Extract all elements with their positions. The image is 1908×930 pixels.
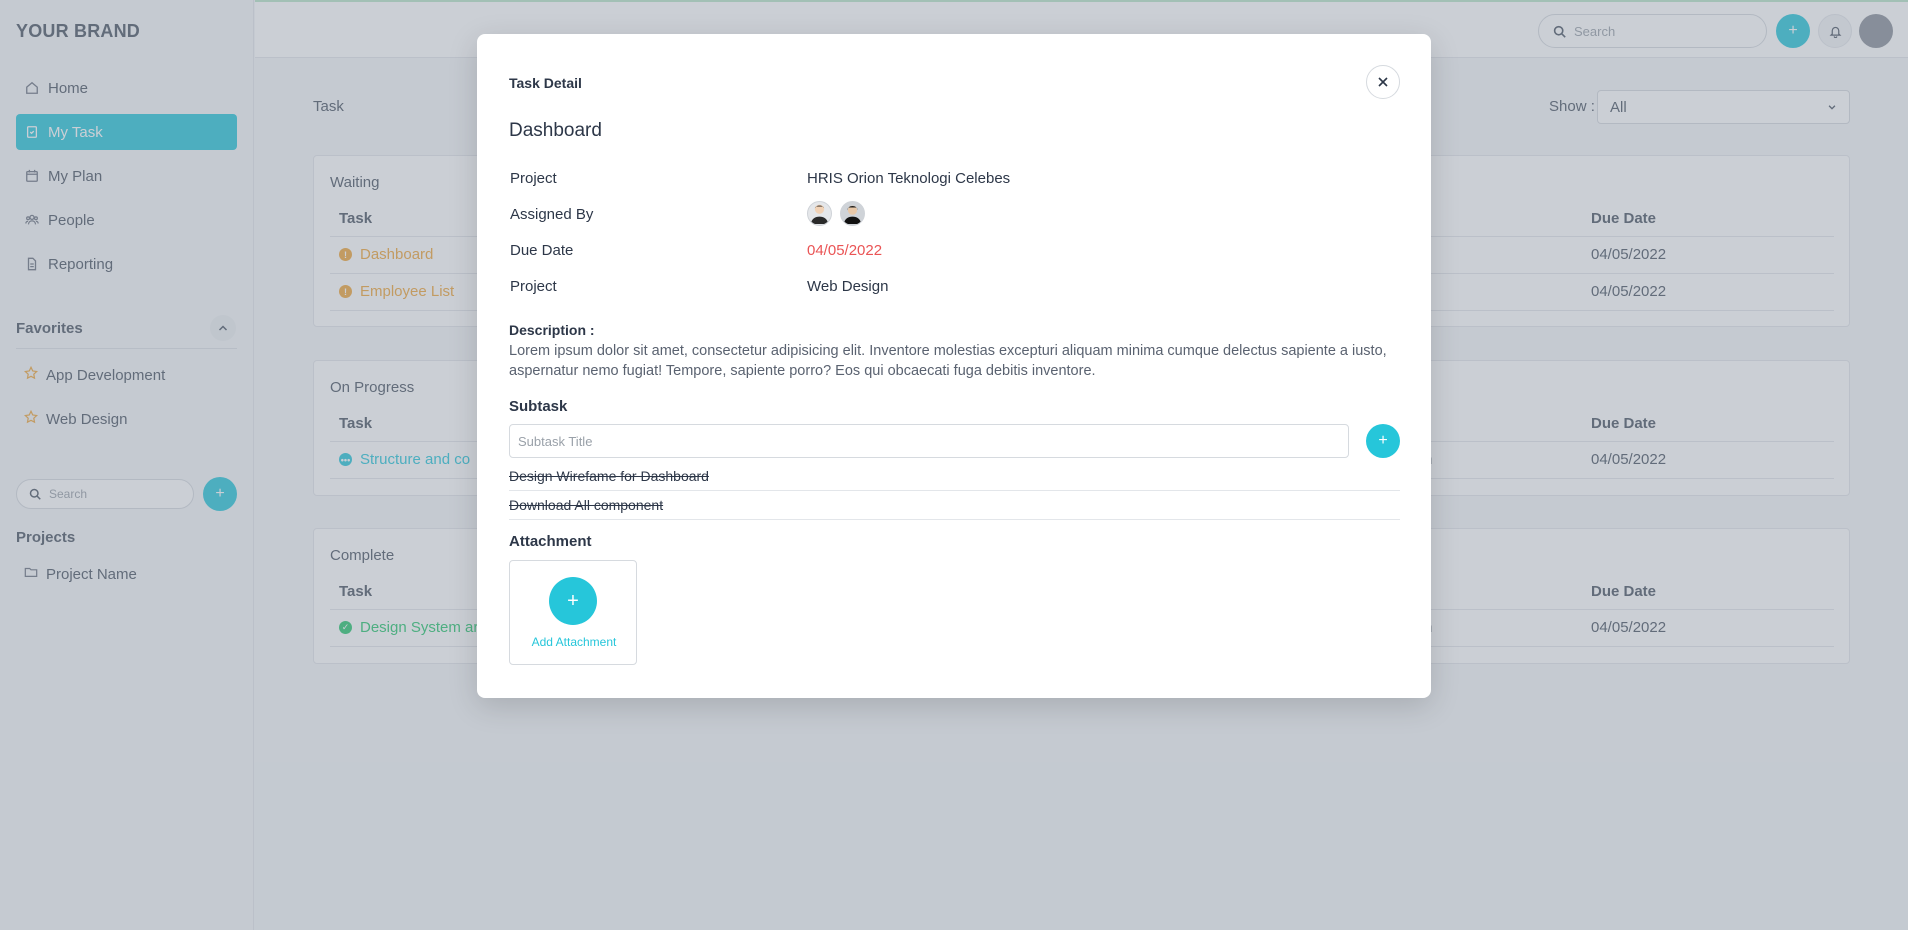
subtask-label: Subtask [509, 398, 568, 415]
subtask-title-input[interactable] [509, 424, 1349, 458]
modal-header: Task Detail [509, 75, 582, 91]
meta-value-due-date: 04/05/2022 [807, 242, 883, 259]
meta-value-project: Web Design [807, 278, 889, 295]
meta-label-project: Project [510, 170, 557, 187]
attachment-label: Attachment [509, 533, 592, 550]
add-attachment-card[interactable]: + Add Attachment [509, 560, 637, 665]
description-text: Lorem ipsum dolor sit amet, consectetur … [509, 343, 1387, 379]
add-attachment-button[interactable]: + [549, 577, 597, 625]
meta-label-due-date: Due Date [510, 242, 574, 259]
add-subtask-button[interactable]: + [1366, 424, 1400, 458]
plus-icon: + [1378, 432, 1388, 449]
subtask-item[interactable]: Design Wirefame for Dashboard [509, 462, 1400, 491]
plus-icon: + [567, 589, 579, 612]
meta-label-project: Project [510, 278, 557, 295]
meta-value-project: HRIS Orion Teknologi Celebes [807, 170, 1011, 187]
add-attachment-label: Add Attachment [531, 635, 617, 649]
assignee-avatars [807, 201, 865, 226]
description-label: Description : [509, 322, 595, 338]
task-detail-modal: Task Detail Dashboard Project HRIS Orion… [477, 34, 1431, 698]
task-title: Dashboard [509, 120, 602, 141]
subtask-item[interactable]: Download All component [509, 491, 1400, 520]
meta-label-assigned-by: Assigned By [510, 206, 594, 223]
avatar[interactable] [840, 201, 865, 226]
close-icon [1378, 77, 1388, 87]
close-button[interactable] [1366, 65, 1400, 99]
avatar[interactable] [807, 201, 832, 226]
